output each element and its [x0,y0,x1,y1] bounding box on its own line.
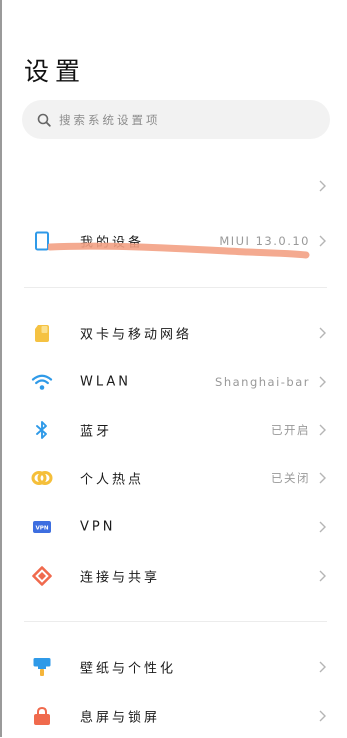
connection-sharing-row[interactable]: 连接与共享 [0,554,347,598]
vpn-icon: VPN [31,516,53,538]
phone-icon [31,230,53,252]
wallpaper-personalization-row[interactable]: 壁纸与个性化 [0,645,347,689]
wifi-icon [31,371,53,393]
chevron-right-icon [319,376,326,388]
svg-text:VPN: VPN [35,525,48,531]
my-device-label: 我的设备 [80,235,145,251]
wlan-row[interactable]: WLAN Shanghai-bar [0,360,347,404]
search-icon [37,113,51,127]
chevron-right-icon [319,710,326,722]
chevron-right-icon [319,472,326,484]
sim-mobile-network-row[interactable]: 双卡与移动网络 [0,311,347,355]
search-bar[interactable] [22,100,330,139]
chevron-right-icon [319,661,326,673]
bluetooth-icon [31,419,53,441]
chevron-right-icon [319,235,326,247]
vpn-label: VPN [80,519,116,535]
bluetooth-row[interactable]: 蓝牙 已开启 [0,408,347,452]
my-device-row[interactable]: 我的设备 MIUI 13.0.10 [0,219,347,263]
wallpaper-personalization-label: 壁纸与个性化 [80,661,177,677]
bluetooth-label: 蓝牙 [80,424,113,440]
hotspot-row[interactable]: 个人热点 已关闭 [0,456,347,500]
connection-sharing-icon [31,565,53,587]
sim-mobile-network-label: 双卡与移动网络 [80,327,193,343]
chevron-right-icon [319,180,326,192]
lock-screen-row[interactable]: 息屏与锁屏 [0,694,347,738]
wlan-value: Shanghai-bar [215,375,310,389]
wlan-label: WLAN [80,374,132,390]
vpn-row[interactable]: VPN VPN [0,505,347,549]
hotspot-status-value: 已关闭 [271,471,310,485]
hotspot-label: 个人热点 [80,472,145,488]
chevron-right-icon [319,327,326,339]
search-input[interactable] [59,112,299,127]
lock-screen-label: 息屏与锁屏 [80,710,161,726]
bluetooth-status-value: 已开启 [271,423,310,437]
wallpaper-icon [31,656,53,678]
chevron-right-icon [319,521,326,533]
lock-screen-icon [31,705,53,727]
connection-sharing-label: 连接与共享 [80,570,161,586]
hotspot-icon [31,467,53,489]
page-title: 设置 [24,57,87,86]
chevron-right-icon [319,570,326,582]
chevron-right-icon [319,424,326,436]
section-divider [24,621,327,622]
miui-version-value: MIUI 13.0.10 [219,234,310,248]
section-divider [24,287,327,288]
sim-card-icon [31,322,53,344]
top-row[interactable] [0,164,347,208]
